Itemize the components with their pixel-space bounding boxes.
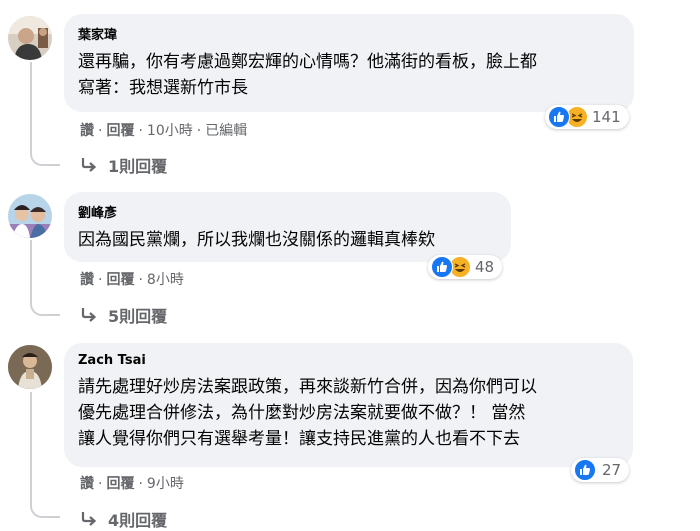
comment-actions: 讚 · 回覆 · 10小時 · 已編輯	[80, 123, 248, 139]
like-link[interactable]: 讚	[80, 123, 94, 139]
avatar[interactable]	[8, 16, 52, 60]
like-reaction-icon	[548, 106, 570, 128]
reaction-summary[interactable]: 48	[428, 255, 503, 279]
avatar[interactable]	[8, 345, 52, 389]
thread-line	[30, 62, 60, 166]
thread-line	[30, 392, 60, 518]
reaction-count: 27	[602, 461, 622, 479]
comment-text: 請先處理好炒房法案跟政策，再來談新竹合併，因為你們可以 優先處理合併修法，為什麼…	[78, 377, 537, 449]
like-link[interactable]: 讚	[80, 272, 94, 288]
comment-author[interactable]: Zach Tsai	[78, 353, 619, 368]
reaction-summary[interactable]: 27	[571, 458, 630, 482]
replies-label: 4則回覆	[108, 511, 168, 530]
thread-line	[30, 240, 60, 316]
view-replies-button[interactable]: 4則回覆	[80, 507, 167, 531]
like-reaction-icon	[431, 256, 453, 278]
comment-bubble: 劉峰彥 因為國民黨爛，所以我爛也沒關係的邏輯真棒欸	[64, 192, 511, 262]
like-link[interactable]: 讚	[80, 476, 94, 492]
comment-actions: 讚 · 回覆 · 8小時	[80, 272, 184, 288]
comment-text: 因為國民黨爛，所以我爛也沒關係的邏輯真棒欸	[78, 230, 435, 250]
reply-arrow-icon	[81, 512, 97, 526]
view-replies-button[interactable]: 1則回覆	[80, 153, 167, 177]
edited-label: 已編輯	[205, 123, 248, 139]
comment-bubble: Zach Tsai 請先處理好炒房法案跟政策，再來談新竹合併，因為你們可以 優先…	[64, 343, 633, 467]
replies-label: 1則回覆	[108, 157, 168, 176]
timestamp[interactable]: 8小時	[147, 272, 184, 288]
reaction-summary[interactable]: 141	[545, 105, 629, 129]
comment-actions: 讚 · 回覆 · 9小時	[80, 476, 184, 492]
reaction-count: 141	[592, 108, 621, 126]
timestamp[interactable]: 9小時	[147, 476, 184, 492]
reaction-count: 48	[475, 258, 495, 276]
reply-link[interactable]: 回覆	[106, 123, 134, 139]
view-replies-button[interactable]: 5則回覆	[80, 303, 167, 327]
replies-label: 5則回覆	[108, 307, 168, 326]
like-reaction-icon	[574, 459, 596, 481]
reply-link[interactable]: 回覆	[106, 476, 134, 492]
comment-text: 還再騙，你有考慮過鄭宏輝的心情嗎？他滿街的看板，臉上都 寫著：我想選新竹市長	[78, 52, 537, 98]
comment-author[interactable]: 葉家瑋	[78, 24, 620, 43]
comment-author[interactable]: 劉峰彥	[78, 202, 497, 221]
reply-arrow-icon	[81, 158, 97, 172]
timestamp[interactable]: 10小時	[147, 123, 193, 139]
avatar[interactable]	[8, 194, 52, 238]
reply-link[interactable]: 回覆	[106, 272, 134, 288]
comment-bubble: 葉家瑋 還再騙，你有考慮過鄭宏輝的心情嗎？他滿街的看板，臉上都 寫著：我想選新竹…	[64, 14, 634, 112]
reply-arrow-icon	[81, 308, 97, 322]
